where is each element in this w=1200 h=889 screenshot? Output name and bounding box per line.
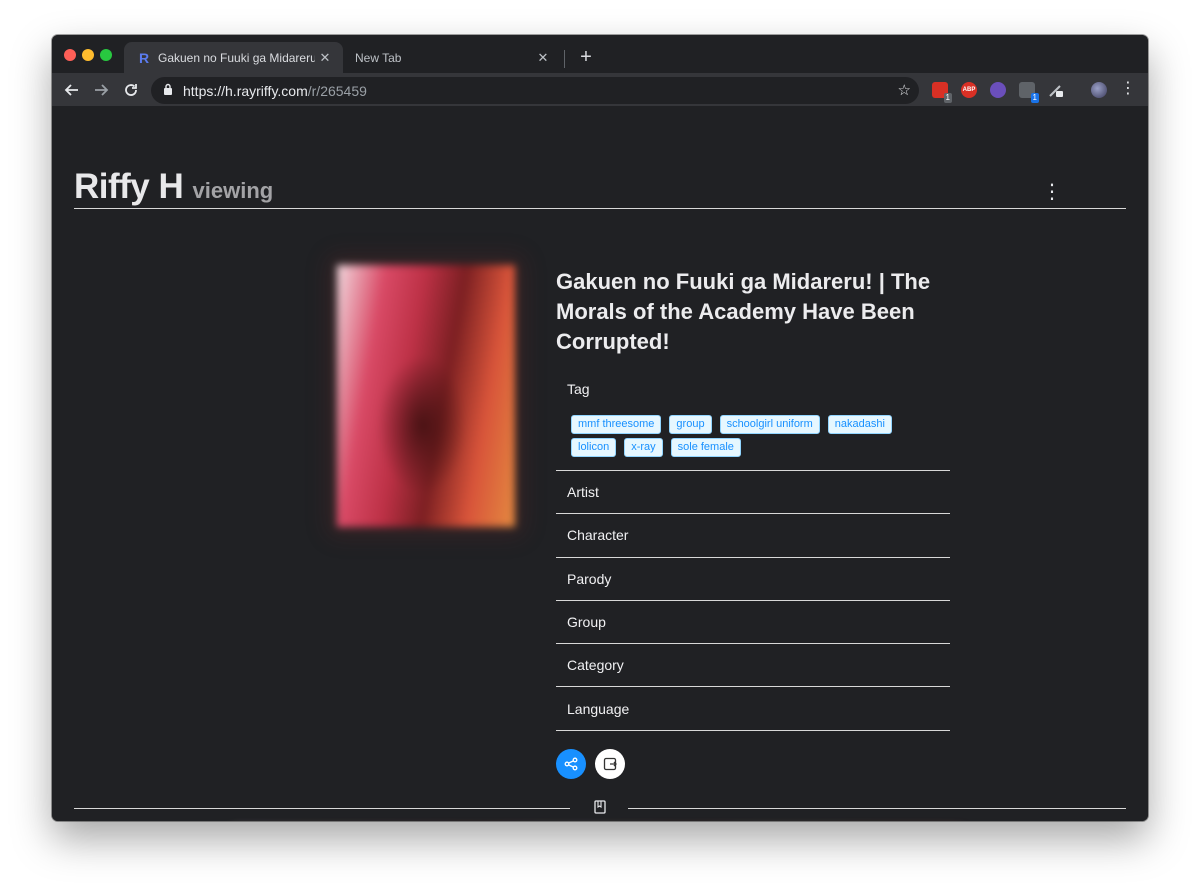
brand-subtitle: viewing — [192, 178, 274, 203]
share-button[interactable] — [556, 749, 586, 779]
browser-menu-icon[interactable]: ⋮ — [1120, 79, 1136, 99]
arrow-right-icon — [95, 84, 109, 96]
counter-extension-icon[interactable]: 1 — [932, 82, 952, 103]
open-external-button[interactable] — [595, 749, 625, 779]
tag-section: Tag mmf threesome group schoolgirl unifo… — [556, 373, 950, 471]
reload-icon — [125, 84, 137, 96]
header-divider — [74, 208, 1126, 209]
lock-icon — [163, 83, 173, 98]
exit-icon — [603, 757, 617, 771]
tag-list: mmf threesome group schoolgirl uniform n… — [567, 415, 917, 457]
tag-chip[interactable]: sole female — [670, 438, 741, 457]
parody-section: Parody — [556, 558, 950, 601]
url-text: https://h.rayriffy.com/r/265459 — [183, 82, 367, 99]
address-bar[interactable]: https://h.rayriffy.com/r/265459 ☆ — [151, 77, 919, 104]
tab-gallery[interactable]: R Gakuen no Fuuki ga Midareru! | The Mor… — [124, 42, 343, 73]
tab-separator — [564, 50, 565, 68]
close-tab-icon[interactable]: ✕ — [315, 50, 335, 66]
circle-extension-icon[interactable] — [990, 82, 1006, 98]
tag-chip[interactable]: mmf threesome — [571, 415, 662, 434]
site-brand[interactable]: Riffy H viewing — [74, 167, 273, 207]
character-section: Character — [556, 514, 950, 558]
forward-button[interactable] — [89, 78, 113, 102]
tag-chip[interactable]: group — [669, 415, 712, 434]
tag-chip[interactable]: x-ray — [624, 438, 663, 457]
more-options-icon[interactable]: ⋮ — [1042, 179, 1062, 204]
reload-button[interactable] — [119, 78, 143, 102]
gallery-title: Gakuen no Fuuki ga Midareru! | The Moral… — [556, 269, 931, 354]
bookmark-star-icon[interactable]: ☆ — [898, 81, 911, 99]
group-section: Group — [556, 601, 950, 645]
grid-extension-icon[interactable]: 1 — [1019, 82, 1039, 103]
category-section: Category — [556, 644, 950, 688]
share-icon — [564, 757, 578, 771]
close-tab-icon[interactable]: ✕ — [533, 50, 553, 66]
browser-window: R Gakuen no Fuuki ga Midareru! | The Mor… — [52, 35, 1148, 821]
arrow-left-icon — [64, 84, 78, 96]
tag-chip[interactable]: nakadashi — [827, 415, 892, 434]
back-button[interactable] — [60, 78, 84, 102]
tab-title: New Tab — [355, 50, 402, 65]
artist-section: Artist — [556, 471, 950, 515]
gallery-actions — [556, 749, 625, 779]
pen-extension-icon[interactable] — [1048, 82, 1064, 98]
tag-chip[interactable]: schoolgirl uniform — [719, 415, 820, 434]
gallery-cover-image[interactable] — [337, 265, 515, 527]
content-divider — [74, 808, 570, 809]
profile-avatar[interactable] — [1091, 82, 1107, 98]
tab-strip: R Gakuen no Fuuki ga Midareru! | The Mor… — [52, 35, 1148, 73]
tab-new-tab[interactable]: New Tab ✕ — [343, 42, 561, 73]
close-window-button[interactable] — [64, 49, 76, 61]
content-divider — [628, 808, 1126, 809]
tag-chip[interactable]: lolicon — [571, 438, 617, 457]
gallery-info-list: Tag mmf threesome group schoolgirl unifo… — [556, 373, 950, 731]
new-tab-button[interactable]: + — [574, 45, 598, 69]
browser-toolbar: https://h.rayriffy.com/r/265459 ☆ 1 ABP … — [52, 73, 1148, 107]
tab-title: Gakuen no Fuuki ga Midareru! | The Moral… — [158, 50, 315, 65]
tag-label: Tag — [567, 381, 590, 397]
book-icon — [592, 799, 608, 815]
language-section: Language — [556, 687, 950, 731]
abp-icon[interactable]: ABP — [961, 82, 977, 98]
maximize-window-button[interactable] — [100, 49, 112, 61]
site-favicon-icon: R — [138, 49, 150, 66]
page-content: Riffy H viewing ⋮ Gakuen no Fuuki ga Mid… — [52, 107, 1148, 821]
minimize-window-button[interactable] — [82, 49, 94, 61]
